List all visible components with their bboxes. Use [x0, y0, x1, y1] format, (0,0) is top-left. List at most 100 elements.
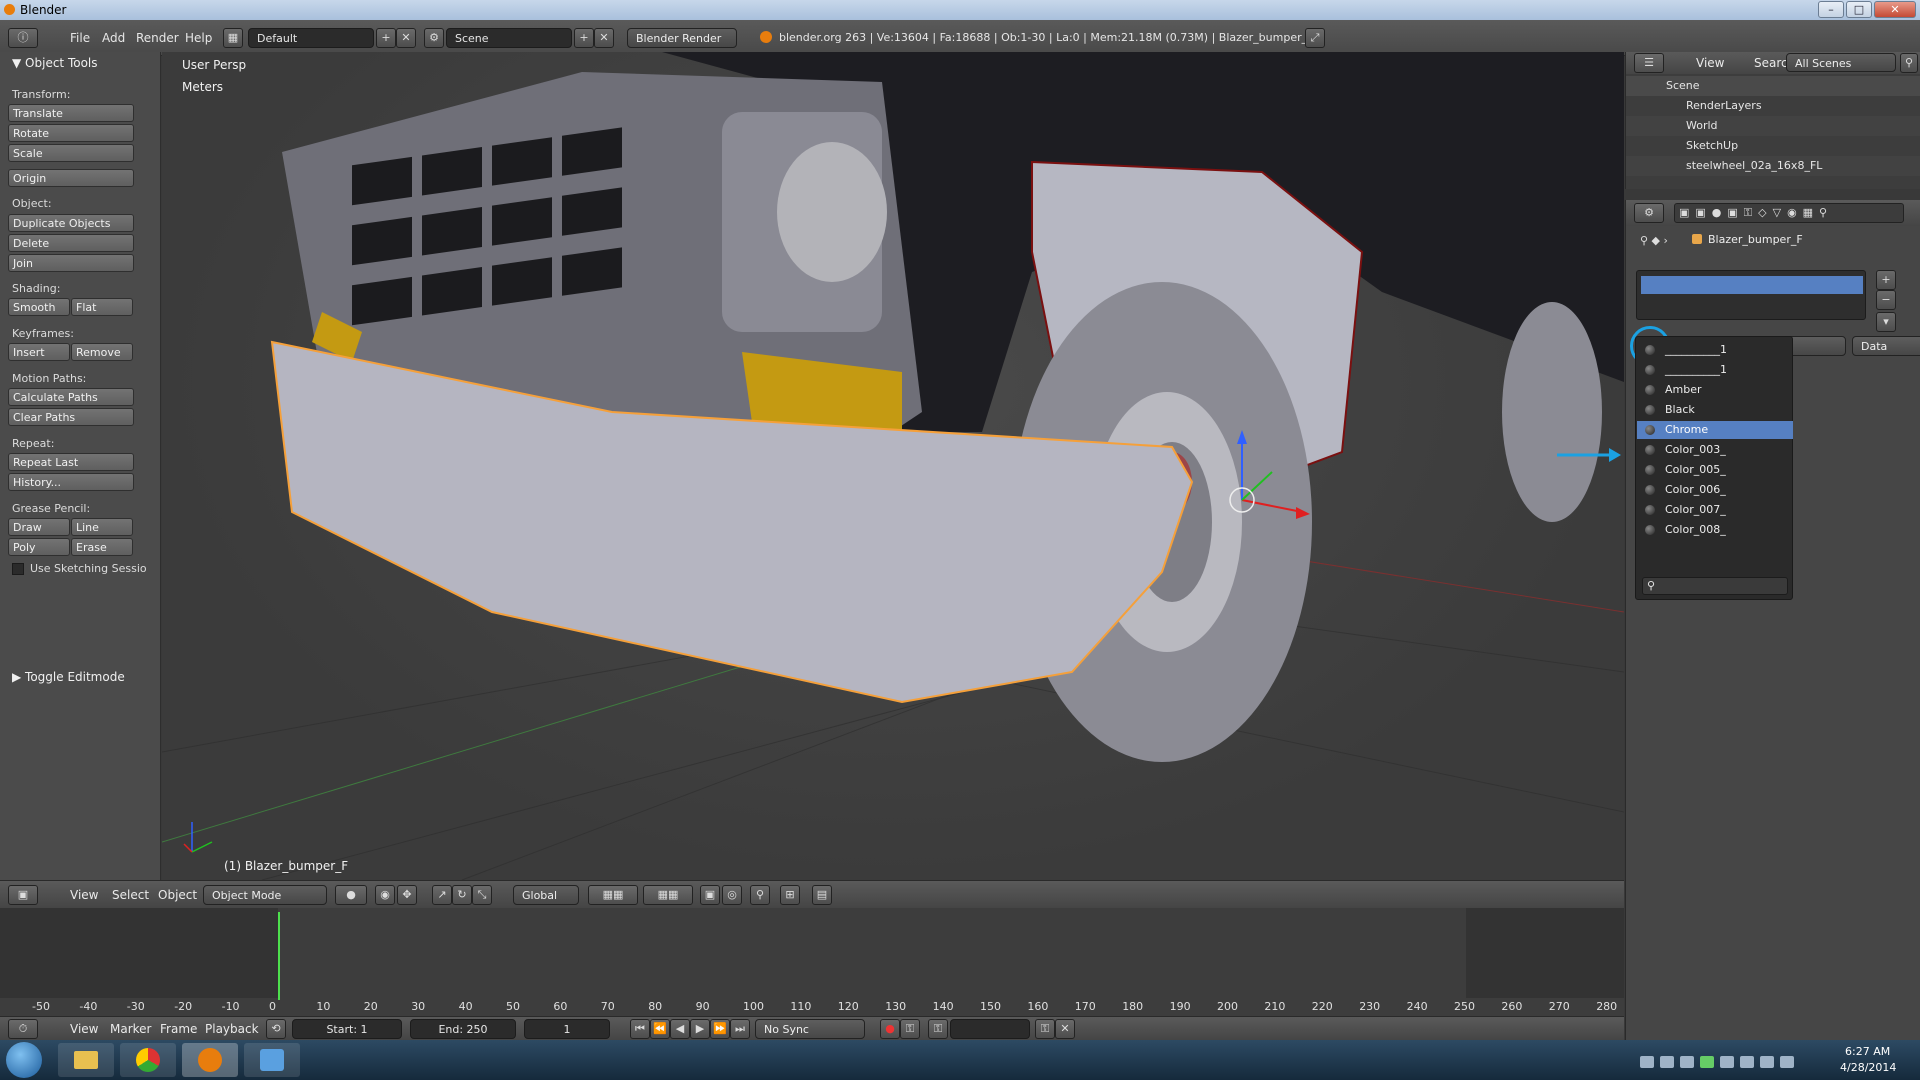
record-icon[interactable]: ●	[880, 1019, 900, 1039]
orientation-dropdown[interactable]: Global	[513, 885, 579, 905]
tray-icon[interactable]	[1720, 1056, 1734, 1068]
layers-icon[interactable]: ▦▦	[588, 885, 638, 905]
material-item[interactable]: Amber	[1637, 381, 1793, 399]
chrome-task-icon[interactable]	[120, 1043, 176, 1077]
link-dropdown[interactable]: Data	[1852, 336, 1920, 356]
menu-view[interactable]: View	[1696, 56, 1724, 70]
repeat-last-button[interactable]: Repeat Last	[8, 453, 134, 471]
explorer-task-icon[interactable]	[58, 1043, 114, 1077]
material-item[interactable]: Color_003_	[1637, 441, 1793, 459]
editor-type-icon[interactable]: ⚙	[1634, 203, 1664, 223]
layout-remove-icon[interactable]: ✕	[396, 28, 416, 48]
app-task-icon[interactable]	[244, 1043, 300, 1077]
remove-keyframe-button[interactable]: Remove	[71, 343, 133, 361]
start-button[interactable]	[6, 1042, 42, 1078]
add-slot-icon[interactable]: +	[1876, 270, 1896, 290]
outliner-item-world[interactable]: World	[1626, 116, 1920, 136]
layout-icon[interactable]: ▦	[223, 28, 243, 48]
outliner-item-scene[interactable]: Scene	[1626, 76, 1920, 96]
scene-remove-icon[interactable]: ✕	[594, 28, 614, 48]
viewport-shading-icon[interactable]: ●	[335, 885, 367, 905]
material-item[interactable]: __________1	[1637, 361, 1793, 379]
scale-button[interactable]: Scale	[8, 144, 134, 162]
network-icon[interactable]	[1780, 1056, 1794, 1068]
sync-dropdown[interactable]: No Sync	[755, 1019, 865, 1039]
play-icon[interactable]: ▶	[690, 1019, 710, 1039]
blender-task-icon[interactable]	[182, 1043, 238, 1077]
origin-button[interactable]: Origin	[8, 169, 134, 187]
poly-button[interactable]: Poly	[8, 538, 70, 556]
menu-frame[interactable]: Frame	[160, 1022, 197, 1036]
insert-key-icon[interactable]: ⚿	[1035, 1019, 1055, 1039]
calculate-paths-button[interactable]: Calculate Paths	[8, 388, 134, 406]
clock-date[interactable]: 4/28/2014	[1840, 1061, 1896, 1074]
smooth-button[interactable]: Smooth	[8, 298, 70, 316]
flat-button[interactable]: Flat	[71, 298, 133, 316]
layout-add-icon[interactable]: +	[376, 28, 396, 48]
editor-type-icon[interactable]: ☰	[1634, 53, 1664, 73]
proportional-edit-icon[interactable]: ◎	[722, 885, 742, 905]
scene-icon[interactable]: ⚙	[424, 28, 444, 48]
play-reverse-icon[interactable]: ◀	[670, 1019, 690, 1039]
manipulator-toggle-icon[interactable]: ✥	[397, 885, 417, 905]
layers-icon-2[interactable]: ▦▦	[643, 885, 693, 905]
menu-add[interactable]: Add	[102, 31, 125, 45]
menu-view[interactable]: View	[70, 1022, 98, 1036]
editor-type-icon[interactable]: ⓘ	[8, 28, 38, 48]
material-item[interactable]: Black	[1637, 401, 1793, 419]
material-item[interactable]: __________1	[1637, 341, 1793, 359]
layout-field[interactable]: Default	[248, 28, 374, 48]
sketching-checkbox[interactable]	[12, 563, 24, 575]
menu-object[interactable]: Object	[158, 888, 197, 902]
menu-view[interactable]: View	[70, 888, 98, 902]
join-button[interactable]: Join	[8, 254, 134, 272]
duplicate-objects-button[interactable]: Duplicate Objects	[8, 214, 134, 232]
property-tabs[interactable]: ▣▣●▣⚿◇▽◉▦⚲	[1674, 203, 1904, 223]
flag-icon[interactable]	[1740, 1056, 1754, 1068]
tray-icon[interactable]	[1700, 1056, 1714, 1068]
snap-icon[interactable]: ⚲	[750, 885, 770, 905]
material-browse-menu[interactable]: __________1 __________1 Amber Black Chrome Co…	[1635, 336, 1793, 600]
insert-keyframe-button[interactable]: Insert	[8, 343, 70, 361]
mode-dropdown[interactable]: Object Mode	[203, 885, 327, 905]
clear-paths-button[interactable]: Clear Paths	[8, 408, 134, 426]
draw-button[interactable]: Draw	[8, 518, 70, 536]
timeline[interactable]: -50 -40 -30 -20 -10 0 10 20 30 40 50 60 70 80 90 100 110…	[0, 908, 1624, 1016]
menu-render[interactable]: Render	[136, 31, 179, 45]
editor-type-icon[interactable]: ⏱	[8, 1019, 38, 1039]
keyingset-icon[interactable]: ⚿	[928, 1019, 948, 1039]
panel-object-tools[interactable]: ▼ Object Tools	[12, 56, 98, 70]
search-icon[interactable]: ⚲	[1900, 53, 1918, 73]
scene-add-icon[interactable]: +	[574, 28, 594, 48]
minimize-button[interactable]: –	[1818, 1, 1844, 18]
material-slot-list[interactable]	[1636, 270, 1866, 320]
lock-icon[interactable]: ▣	[700, 885, 720, 905]
outliner-item-steelwheel[interactable]: steelwheel_02a_16x8_FL	[1626, 156, 1920, 176]
volume-icon[interactable]	[1760, 1056, 1774, 1068]
menu-playback[interactable]: Playback	[205, 1022, 259, 1036]
maximize-button[interactable]: □	[1846, 1, 1872, 18]
outliner-filter-dropdown[interactable]: All Scenes	[1786, 53, 1896, 72]
material-item[interactable]: Color_007_	[1637, 501, 1793, 519]
fullscreen-icon[interactable]: ⤢	[1305, 28, 1325, 48]
material-slot-selected[interactable]	[1641, 276, 1863, 294]
jump-end-icon[interactable]: ⏭	[730, 1019, 750, 1039]
material-search-field[interactable]: ⚲	[1642, 577, 1788, 595]
snap-element-icon[interactable]: ⊞	[780, 885, 800, 905]
menu-file[interactable]: File	[70, 31, 90, 45]
preview-range-icon[interactable]: ⟲	[266, 1019, 286, 1039]
prev-keyframe-icon[interactable]: ⏪	[650, 1019, 670, 1039]
end-frame-field[interactable]: End: 250	[410, 1019, 516, 1039]
menu-select[interactable]: Select	[112, 888, 149, 902]
keying-icon[interactable]: ⚿	[900, 1019, 920, 1039]
3d-viewport[interactable]: User Persp Meters (1) Blazer_bumper_F	[162, 52, 1624, 880]
translate-button[interactable]: Translate	[8, 104, 134, 122]
material-item[interactable]: Color_005_	[1637, 461, 1793, 479]
remove-slot-icon[interactable]: −	[1876, 290, 1896, 310]
close-button[interactable]: ✕	[1874, 1, 1916, 18]
translate-manipulator-icon[interactable]: ↗	[432, 885, 452, 905]
start-frame-field[interactable]: Start: 1	[292, 1019, 402, 1039]
render-engine-dropdown[interactable]: Blender Render	[627, 28, 737, 48]
current-frame-field[interactable]: 1	[524, 1019, 610, 1039]
delete-key-icon[interactable]: ✕	[1055, 1019, 1075, 1039]
